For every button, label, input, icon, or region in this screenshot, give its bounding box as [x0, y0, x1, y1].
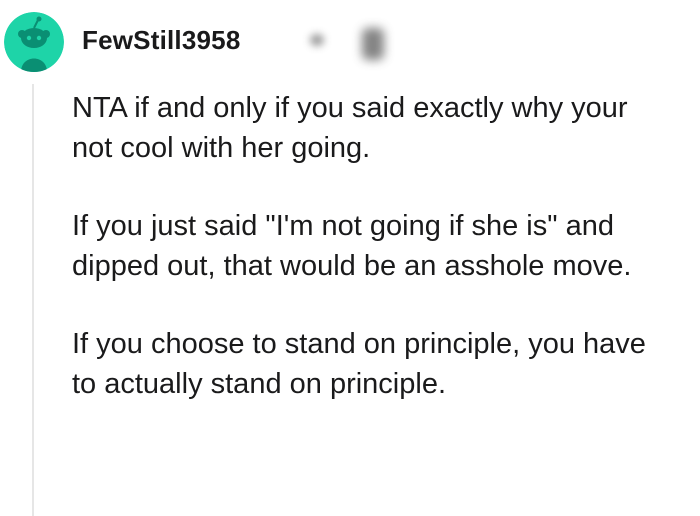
comment-thread-line[interactable]	[32, 84, 34, 516]
comment: FewStill3958 NTA if and only if you said…	[0, 0, 700, 516]
user-avatar[interactable]	[4, 12, 64, 72]
snoo-avatar-icon	[4, 12, 64, 72]
blurred-separator-dot	[310, 34, 324, 46]
blurred-metadata	[302, 24, 412, 60]
comment-paragraph: NTA if and only if you said exactly why …	[72, 92, 628, 164]
comment-paragraph: If you choose to stand on principle, you…	[72, 328, 646, 400]
blurred-user-flair	[362, 28, 384, 60]
comment-body: NTA if and only if you said exactly why …	[72, 88, 672, 404]
comment-paragraph: If you just said "I'm not going if she i…	[72, 210, 632, 282]
comment-author-username[interactable]: FewStill3958	[82, 22, 240, 58]
